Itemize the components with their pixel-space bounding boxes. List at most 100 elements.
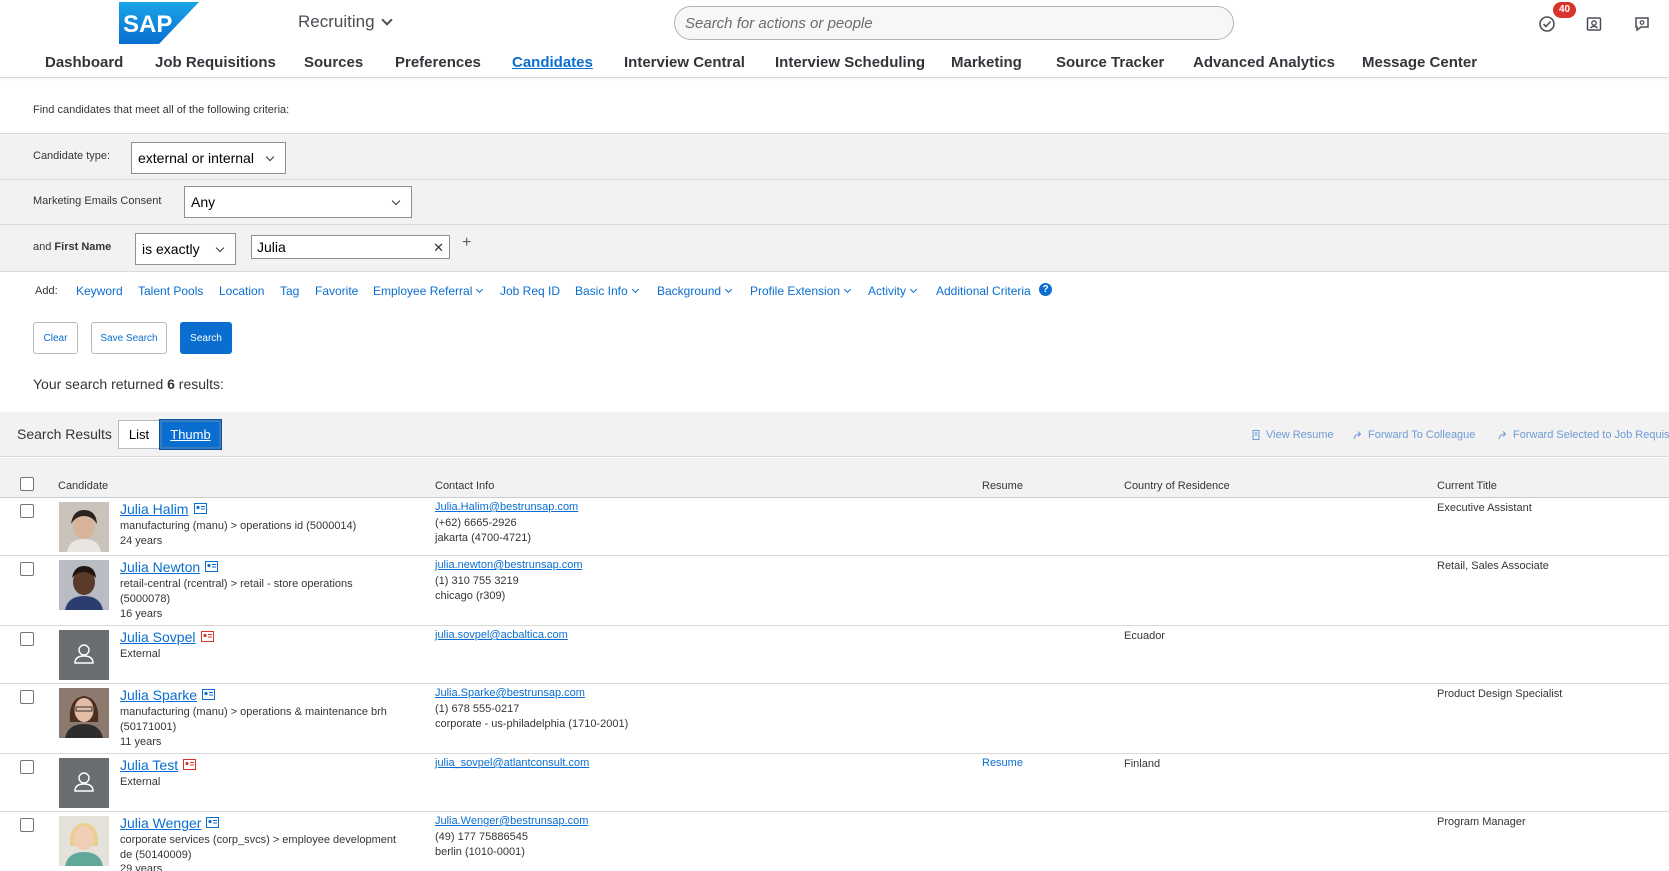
- candidate-name-link[interactable]: Julia Sparke: [120, 687, 197, 703]
- add-location-link[interactable]: Location: [219, 284, 264, 298]
- first-name-label: and First Name: [33, 241, 111, 253]
- results-table-header: [0, 458, 1669, 498]
- add-link-label: Additional Criteria: [936, 284, 1031, 298]
- add-profile-extension-link[interactable]: Profile Extension: [750, 284, 852, 298]
- candidate-email-link[interactable]: julia_sovpel@atlantconsult.com: [435, 757, 589, 769]
- first-name-input[interactable]: Julia ✕: [251, 235, 450, 259]
- add-tag-link[interactable]: Tag: [280, 284, 299, 298]
- notification-badge: 40: [1553, 2, 1577, 18]
- view-resume-action[interactable]: View Resume: [1251, 429, 1334, 441]
- operator-select[interactable]: is exactly: [135, 233, 236, 265]
- nav-interview-scheduling[interactable]: Interview Scheduling: [775, 54, 925, 71]
- candidate-name-link[interactable]: Julia Halim: [120, 501, 188, 517]
- col-resume[interactable]: Resume: [982, 480, 1023, 492]
- clear-input-icon[interactable]: ✕: [433, 240, 444, 256]
- thumb-view-toggle[interactable]: Thumb: [160, 420, 221, 449]
- clear-button[interactable]: Clear: [33, 322, 78, 354]
- internal-candidate-icon[interactable]: [194, 503, 207, 514]
- add-keyword-link[interactable]: Keyword: [76, 284, 123, 298]
- candidate-type-row: Candidate type: external or internal: [0, 134, 1669, 180]
- nav-dashboard[interactable]: Dashboard: [45, 54, 123, 71]
- module-switcher[interactable]: Recruiting: [298, 12, 393, 32]
- candidate-name-link[interactable]: Julia Sovpel: [120, 629, 196, 645]
- select-all-checkbox[interactable]: [20, 477, 34, 491]
- candidate-name-link[interactable]: Julia Wenger: [120, 815, 201, 831]
- nav-interview-central[interactable]: Interview Central: [624, 54, 745, 71]
- add-activity-link[interactable]: Activity: [868, 284, 918, 298]
- col-contact-info[interactable]: Contact Info: [435, 480, 494, 492]
- forward-colleague-action[interactable]: Forward To Colleague: [1353, 429, 1475, 441]
- add-background-link[interactable]: Background: [657, 284, 733, 298]
- internal-candidate-icon[interactable]: [205, 561, 218, 572]
- nav-message-center[interactable]: Message Center: [1362, 54, 1477, 71]
- add-link-label: Background: [657, 284, 722, 298]
- row-checkbox[interactable]: [20, 818, 34, 832]
- nav-sources[interactable]: Sources: [304, 54, 363, 71]
- add-basic-info-link[interactable]: Basic Info: [575, 284, 639, 298]
- candidate-photo[interactable]: [59, 816, 109, 866]
- nav-marketing[interactable]: Marketing: [951, 54, 1022, 71]
- candidate-email-link[interactable]: Julia.Halim@bestrunsap.com: [435, 501, 578, 513]
- global-search[interactable]: [674, 6, 1234, 40]
- candidate-photo[interactable]: [59, 688, 109, 738]
- candidate-detail: corporate services (corp_svcs) > employe…: [120, 834, 397, 846]
- row-checkbox[interactable]: [20, 690, 34, 704]
- add-additional-criteria-link[interactable]: Additional Criteria: [936, 284, 1031, 298]
- row-checkbox[interactable]: [20, 632, 34, 646]
- save-search-button[interactable]: Save Search: [91, 322, 167, 354]
- search-button[interactable]: Search: [180, 322, 232, 354]
- candidate-country: Finland: [1124, 758, 1161, 770]
- nav-advanced-analytics[interactable]: Advanced Analytics: [1193, 54, 1335, 71]
- candidate-email-link[interactable]: Julia.Sparke@bestrunsap.com: [435, 687, 585, 699]
- row-checkbox[interactable]: [20, 562, 34, 576]
- list-view-toggle[interactable]: List: [118, 420, 160, 449]
- col-candidate[interactable]: Candidate: [58, 480, 108, 492]
- results-suffix: results:: [174, 376, 224, 392]
- nav-job-requisitions[interactable]: Job Requisitions: [155, 54, 276, 71]
- contacts-icon[interactable]: [1584, 14, 1604, 34]
- internal-candidate-icon[interactable]: [206, 817, 219, 828]
- todo-check-icon[interactable]: [1537, 14, 1557, 34]
- candidate-photo[interactable]: [59, 502, 109, 552]
- external-candidate-icon[interactable]: [183, 759, 196, 770]
- add-talent-pools-link[interactable]: Talent Pools: [138, 284, 203, 298]
- chevron-down-icon: [476, 285, 484, 294]
- candidate-photo[interactable]: [59, 560, 109, 610]
- candidate-email-link[interactable]: Julia.Wenger@bestrunsap.com: [435, 815, 588, 827]
- candidate-location: berlin (1010-0001): [435, 846, 525, 858]
- criteria-instructions: Find candidates that meet all of the fol…: [33, 104, 290, 116]
- nav-preferences[interactable]: Preferences: [395, 54, 481, 71]
- global-search-input[interactable]: [685, 14, 1223, 32]
- feedback-icon[interactable]: [1632, 14, 1652, 34]
- row-checkbox[interactable]: [20, 760, 34, 774]
- add-job-req-id-link[interactable]: Job Req ID: [500, 284, 560, 298]
- candidate-email-link[interactable]: julia.newton@bestrunsap.com: [435, 559, 583, 571]
- add-favorite-link[interactable]: Favorite: [315, 284, 358, 298]
- candidate-type-value: external or internal: [138, 150, 254, 166]
- placeholder-avatar-icon[interactable]: [59, 758, 109, 808]
- add-criteria-plus-icon[interactable]: +: [462, 234, 471, 252]
- add-link-label: Job Req ID: [500, 284, 561, 298]
- forward-arrow-icon: [1498, 431, 1507, 440]
- col-country[interactable]: Country of Residence: [1124, 480, 1230, 492]
- candidate-email-link[interactable]: julia.sovpel@acbaltica.com: [435, 629, 568, 641]
- forward-job-req-action[interactable]: Forward Selected to Job Requis: [1498, 429, 1669, 441]
- nav-candidates[interactable]: Candidates: [512, 54, 593, 71]
- col-current-title[interactable]: Current Title: [1437, 480, 1497, 492]
- add-employee-referral-link[interactable]: Employee Referral: [373, 284, 484, 298]
- help-icon[interactable]: ?: [1039, 283, 1052, 296]
- row-checkbox[interactable]: [20, 504, 34, 518]
- candidate-name-link[interactable]: Julia Test: [120, 757, 178, 773]
- candidate-type-select[interactable]: external or internal: [131, 142, 286, 174]
- external-candidate-icon[interactable]: [201, 631, 214, 642]
- document-icon: [1252, 430, 1260, 440]
- candidate-detail: External: [120, 776, 161, 788]
- sap-logo[interactable]: SAP: [119, 2, 199, 44]
- marketing-consent-select[interactable]: Any: [184, 186, 412, 218]
- candidate-name-link[interactable]: Julia Newton: [120, 559, 200, 575]
- add-link-label: Talent Pools: [138, 284, 204, 298]
- internal-candidate-icon[interactable]: [202, 689, 215, 700]
- resume-link[interactable]: Resume: [982, 757, 1023, 769]
- nav-source-tracker[interactable]: Source Tracker: [1056, 54, 1164, 71]
- placeholder-avatar-icon[interactable]: [59, 630, 109, 680]
